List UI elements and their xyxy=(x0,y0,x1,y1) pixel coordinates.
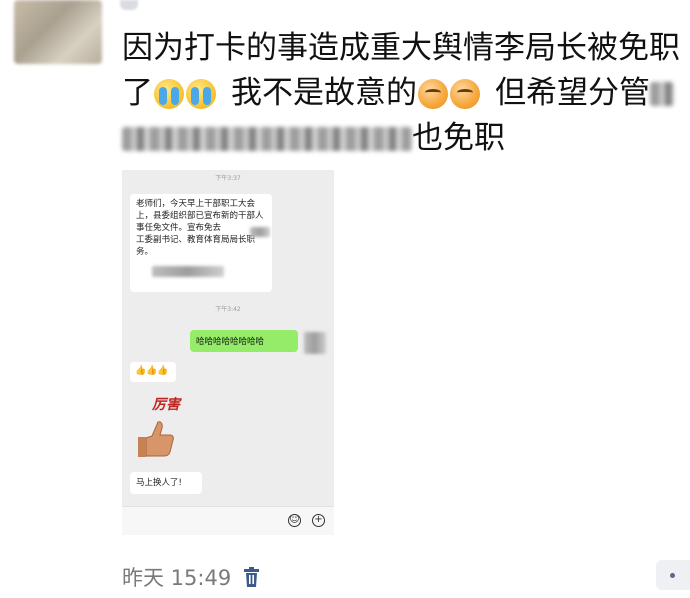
thumbs-up-icon: 👍👍👍 xyxy=(135,366,169,376)
plus-icon: + xyxy=(312,514,325,527)
redacted-text xyxy=(250,227,270,237)
sticker: 厉害 xyxy=(130,390,208,462)
post-line-2-text-b: 我不是故意的 xyxy=(231,75,417,111)
chat-message-1-text: 老师们，今天早上干部职工大会上，县委组织部已宣布新的干部人事任免文件。宣布免去 xyxy=(136,199,264,233)
post-line-2-text-a: 了 xyxy=(122,75,153,111)
annoyed-emoji-icon xyxy=(418,78,448,109)
chat-message-last: 马上换人了! xyxy=(130,472,202,494)
chat-message-thumbs: 👍👍👍 xyxy=(130,362,176,382)
thumbs-up-icon xyxy=(138,421,174,457)
redacted-text xyxy=(122,126,412,151)
chat-message-last-text: 马上换人了! xyxy=(136,478,182,488)
post-line-3: 也免职 xyxy=(122,116,690,161)
crying-emoji-icon xyxy=(154,78,184,109)
post-line-2: 了 我不是故意的 但希望分管 xyxy=(122,71,690,116)
redacted-text xyxy=(650,81,674,106)
chat-message-green: 哈哈哈哈哈哈哈哈 xyxy=(190,330,298,352)
post-line-3-text: 也免职 xyxy=(412,120,505,156)
chat-message-green-text: 哈哈哈哈哈哈哈哈 xyxy=(196,337,265,347)
author-avatar[interactable] xyxy=(14,0,102,64)
chat-input-bar: ☺ + xyxy=(122,506,334,535)
chat-message-1: 老师们，今天早上干部职工大会上，县委组织部已宣布新的干部人事任免文件。宣布免去 … xyxy=(130,194,272,292)
post-timestamp: 昨天 15:49 xyxy=(122,566,232,590)
crying-emoji-icon xyxy=(186,78,216,109)
sender-avatar xyxy=(304,332,326,354)
post-line-1-text: 因为打卡的事造成重大舆情李局长被免职 xyxy=(122,30,680,66)
sticker-text: 厉害 xyxy=(152,397,180,413)
emoji-icon: ☺ xyxy=(288,514,301,527)
post-text: 因为打卡的事造成重大舆情李局长被免职 了 我不是故意的 但希望分管 也免职 xyxy=(122,26,690,161)
chat-time-2: 下午3:42 xyxy=(215,306,241,313)
trash-icon[interactable] xyxy=(243,567,260,587)
chat-time-1: 下午3:37 xyxy=(215,175,241,182)
chat-message-1-text-b: 工委副书记、教育体育局局长职务。 xyxy=(136,235,256,257)
redacted-text xyxy=(152,266,224,277)
blurred-fragment xyxy=(120,0,138,10)
post-meta: 昨天 15:49 xyxy=(122,562,260,592)
post-line-1: 因为打卡的事造成重大舆情李局长被免职 xyxy=(122,26,690,71)
embedded-chat-screenshot[interactable]: 下午3:37 老师们，今天早上干部职工大会上，县委组织部已宣布新的干部人事任免文… xyxy=(122,170,334,535)
annoyed-emoji-icon xyxy=(450,78,480,109)
post-line-2-text-c: 但希望分管 xyxy=(495,75,650,111)
more-dots-icon[interactable] xyxy=(656,560,690,590)
